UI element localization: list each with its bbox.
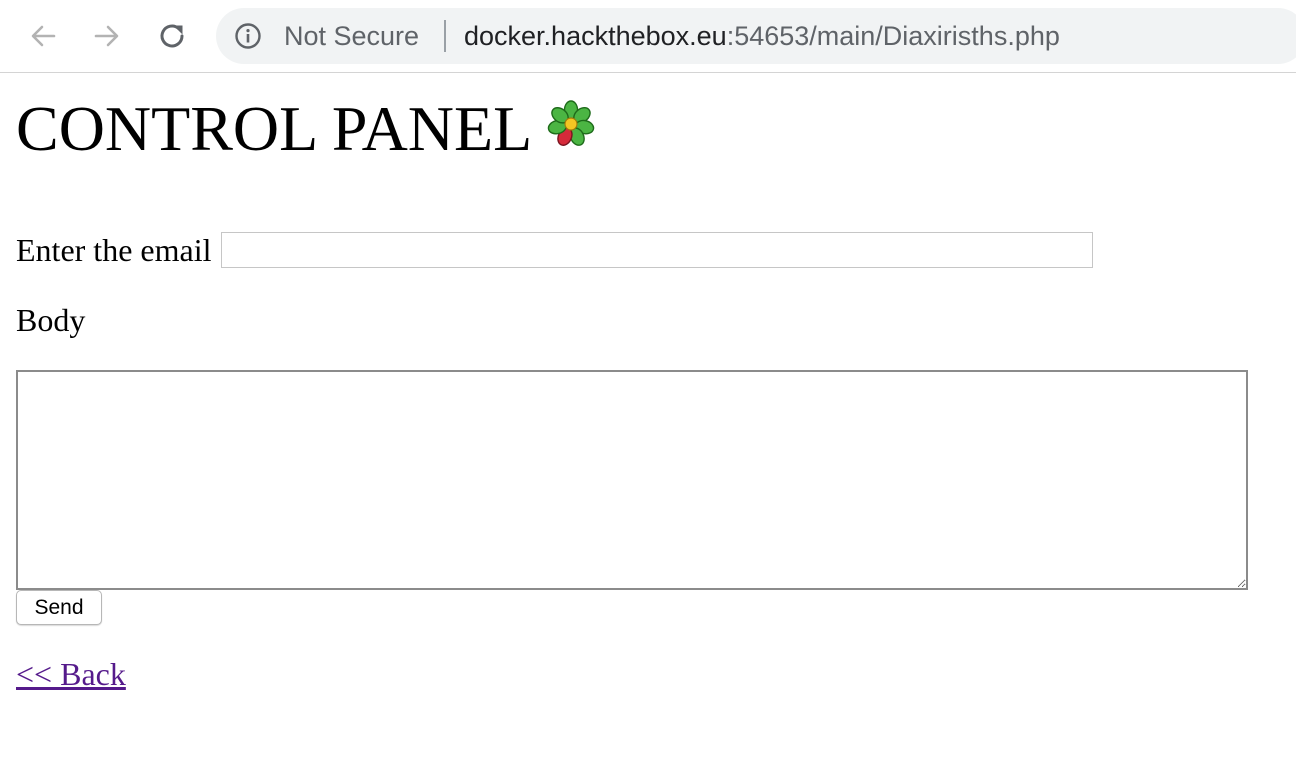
address-bar[interactable]: Not Secure docker.hackthebox.eu:54653/ma… [216,8,1296,64]
arrow-right-icon [94,25,119,47]
url-path: :54653/main/Diaxirisths.php [726,21,1060,51]
email-row: Enter the email [16,232,1094,268]
browser-toolbar: Not Secure docker.hackthebox.eu:54653/ma… [0,0,1296,73]
url-divider [444,20,446,52]
page-title-text: CONTROL PANEL [16,93,533,164]
page-title: CONTROL PANEL [16,92,596,166]
reload-button[interactable] [153,17,191,55]
arrow-left-icon [31,25,56,47]
back-link[interactable]: << Back [16,654,126,694]
forward-button[interactable] [88,17,126,55]
back-button[interactable] [24,17,62,55]
flower-icon [547,100,595,146]
url-host: docker.hackthebox.eu [464,21,727,51]
security-status-label[interactable]: Not Secure [284,18,419,54]
info-icon[interactable] [234,22,262,50]
body-label: Body [16,302,86,338]
url-text[interactable]: docker.hackthebox.eu:54653/main/Diaxiris… [464,18,1060,54]
email-field[interactable] [221,232,1094,268]
send-button[interactable]: Send [16,590,102,625]
reload-icon [160,24,184,48]
body-textarea[interactable] [16,370,1248,590]
email-label: Enter the email [16,232,212,268]
